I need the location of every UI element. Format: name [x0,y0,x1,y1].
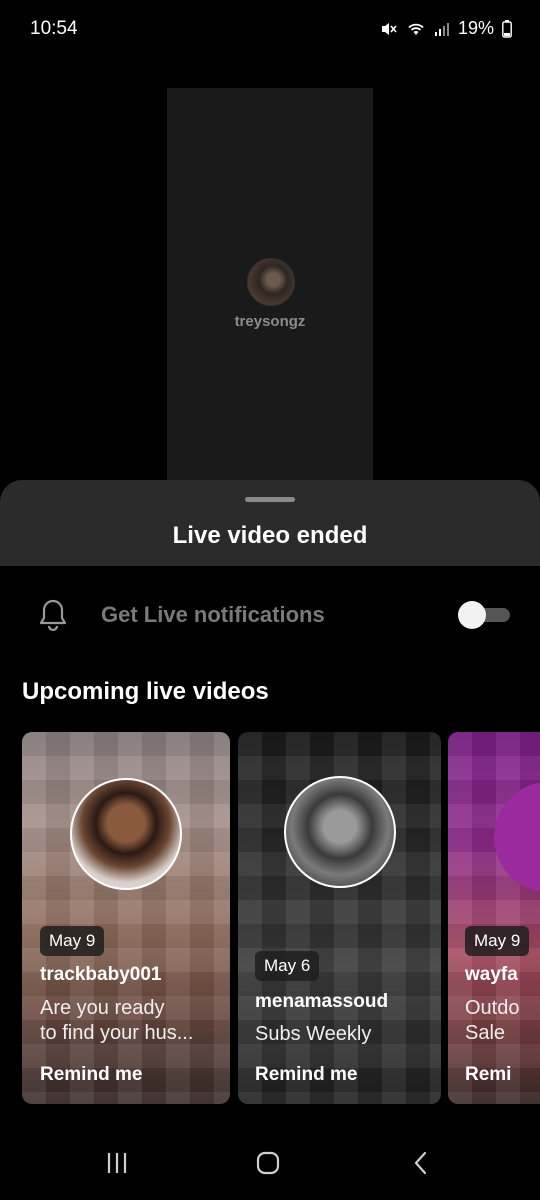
host-username[interactable]: treysongz [167,313,373,330]
card-username: wayfa [465,964,518,985]
card-avatar [284,776,396,888]
card-username: menamassoud [255,991,389,1012]
home-icon[interactable] [255,1150,281,1181]
back-icon[interactable] [408,1150,434,1181]
card-date: May 6 [255,951,320,981]
mute-icon [380,20,398,38]
notifications-label: Get Live notifications [101,602,325,627]
live-video-frame: treysongz [167,88,373,498]
card-description: Are you ready to find your hus... [40,997,194,1044]
status-bar: 10:54 19% [0,0,540,60]
battery-icon [502,19,512,38]
remind-me-button[interactable]: Remind me [255,1064,357,1086]
bottom-sheet-header: Live video ended [0,480,540,566]
card-username: trackbaby001 [40,964,162,985]
live-notifications-row[interactable]: Get Live notifications [0,580,540,650]
host-avatar[interactable] [247,258,295,306]
notifications-toggle[interactable] [458,600,510,629]
upcoming-live-card[interactable]: May 9 wayfa Outdo Sale Remi [448,732,540,1104]
remind-me-button[interactable]: Remi [465,1064,511,1086]
drag-handle[interactable] [245,497,295,502]
card-date: May 9 [40,926,105,956]
recent-apps-icon[interactable] [104,1150,130,1181]
card-description: Outdo Sale [465,997,520,1044]
upcoming-live-carousel[interactable]: May 9 trackbaby001 Are you ready to find… [22,732,540,1104]
card-description: Subs Weekly [255,1023,372,1045]
card-avatar [70,778,182,890]
sheet-title: Live video ended [172,522,368,549]
upcoming-live-card[interactable]: May 6 menamassoud Subs Weekly Remind me [238,732,441,1104]
status-time: 10:54 [30,18,78,39]
signal-icon [434,21,450,37]
status-icons: 19% [380,18,512,39]
upcoming-live-card[interactable]: May 9 trackbaby001 Are you ready to find… [22,732,230,1104]
system-nav-bar [0,1130,540,1200]
wifi-icon [406,21,426,37]
battery-percent: 19% [457,18,494,38]
card-date: May 9 [465,926,530,956]
bell-icon [38,598,68,637]
toggle-thumb [458,601,486,629]
section-title: Upcoming live videos [22,678,269,705]
remind-me-button[interactable]: Remind me [40,1064,142,1086]
